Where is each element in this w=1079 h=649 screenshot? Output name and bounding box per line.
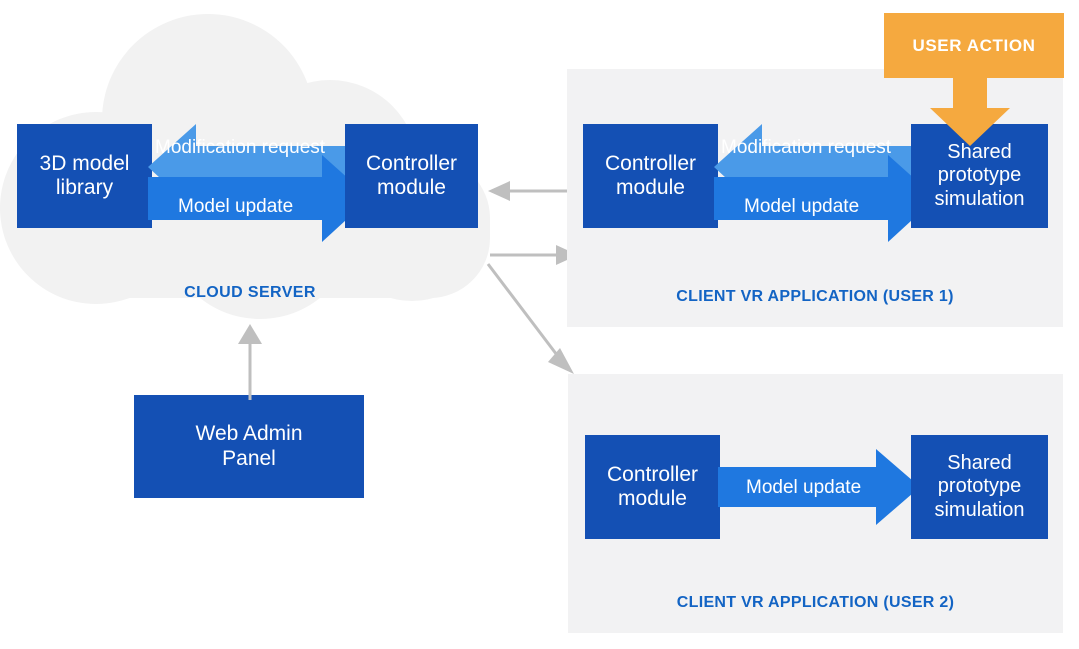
client1-bidirectional-arrows [714, 124, 936, 242]
user-action-down-arrow-icon [930, 76, 1010, 146]
box-cloud-controller-module-line1: Controller [365, 151, 458, 175]
box-client2-shared-prototype-simulation[interactable]: Shared prototype simulation [911, 435, 1048, 539]
client2-model-update-arrow [718, 449, 920, 525]
box-web-admin-panel-line2: Panel [222, 446, 276, 470]
cloud-bidirectional-arrows [148, 124, 370, 242]
box-client1-shared-line3: simulation [934, 187, 1025, 210]
box-client2-shared-line3: simulation [934, 498, 1025, 521]
box-client1-controller-module-line1: Controller [604, 151, 697, 175]
box-cloud-controller-module-line2: module [377, 176, 446, 199]
box-3d-model-library-line1: 3D model [39, 151, 130, 175]
client1-caption: CLIENT VR APPLICATION (USER 1) [676, 288, 954, 305]
box-client2-shared-line1: Shared [947, 452, 1012, 475]
user-action-label: USER ACTION [912, 35, 1036, 55]
box-web-admin-panel-line1: Web Admin [195, 422, 303, 446]
diagram-canvas: 3D model library Modification request Mo… [0, 0, 1079, 649]
box-cloud-controller-module[interactable]: Controller module [345, 124, 478, 228]
box-client1-controller-module-line2: module [616, 176, 685, 199]
cloud-server-caption: CLOUD SERVER [184, 284, 316, 301]
box-client2-controller-module[interactable]: Controller module [585, 435, 720, 539]
box-3d-model-library[interactable]: 3D model library [17, 124, 152, 228]
box-3d-model-library-line2: library [55, 176, 114, 199]
box-client1-shared-line2: prototype [937, 164, 1022, 187]
box-client1-controller-module[interactable]: Controller module [583, 124, 718, 228]
connector-client1-to-cloud [488, 181, 578, 201]
box-client2-shared-line2: prototype [937, 475, 1022, 498]
connector-admin-to-cloud [238, 324, 262, 400]
user-action-banner[interactable]: USER ACTION [884, 13, 1064, 78]
box-client2-controller-module-line1: Controller [606, 462, 699, 486]
client2-caption: CLIENT VR APPLICATION (USER 2) [676, 594, 955, 611]
box-client2-controller-module-line2: module [618, 487, 687, 510]
box-web-admin-panel[interactable]: Web Admin Panel [134, 395, 364, 498]
